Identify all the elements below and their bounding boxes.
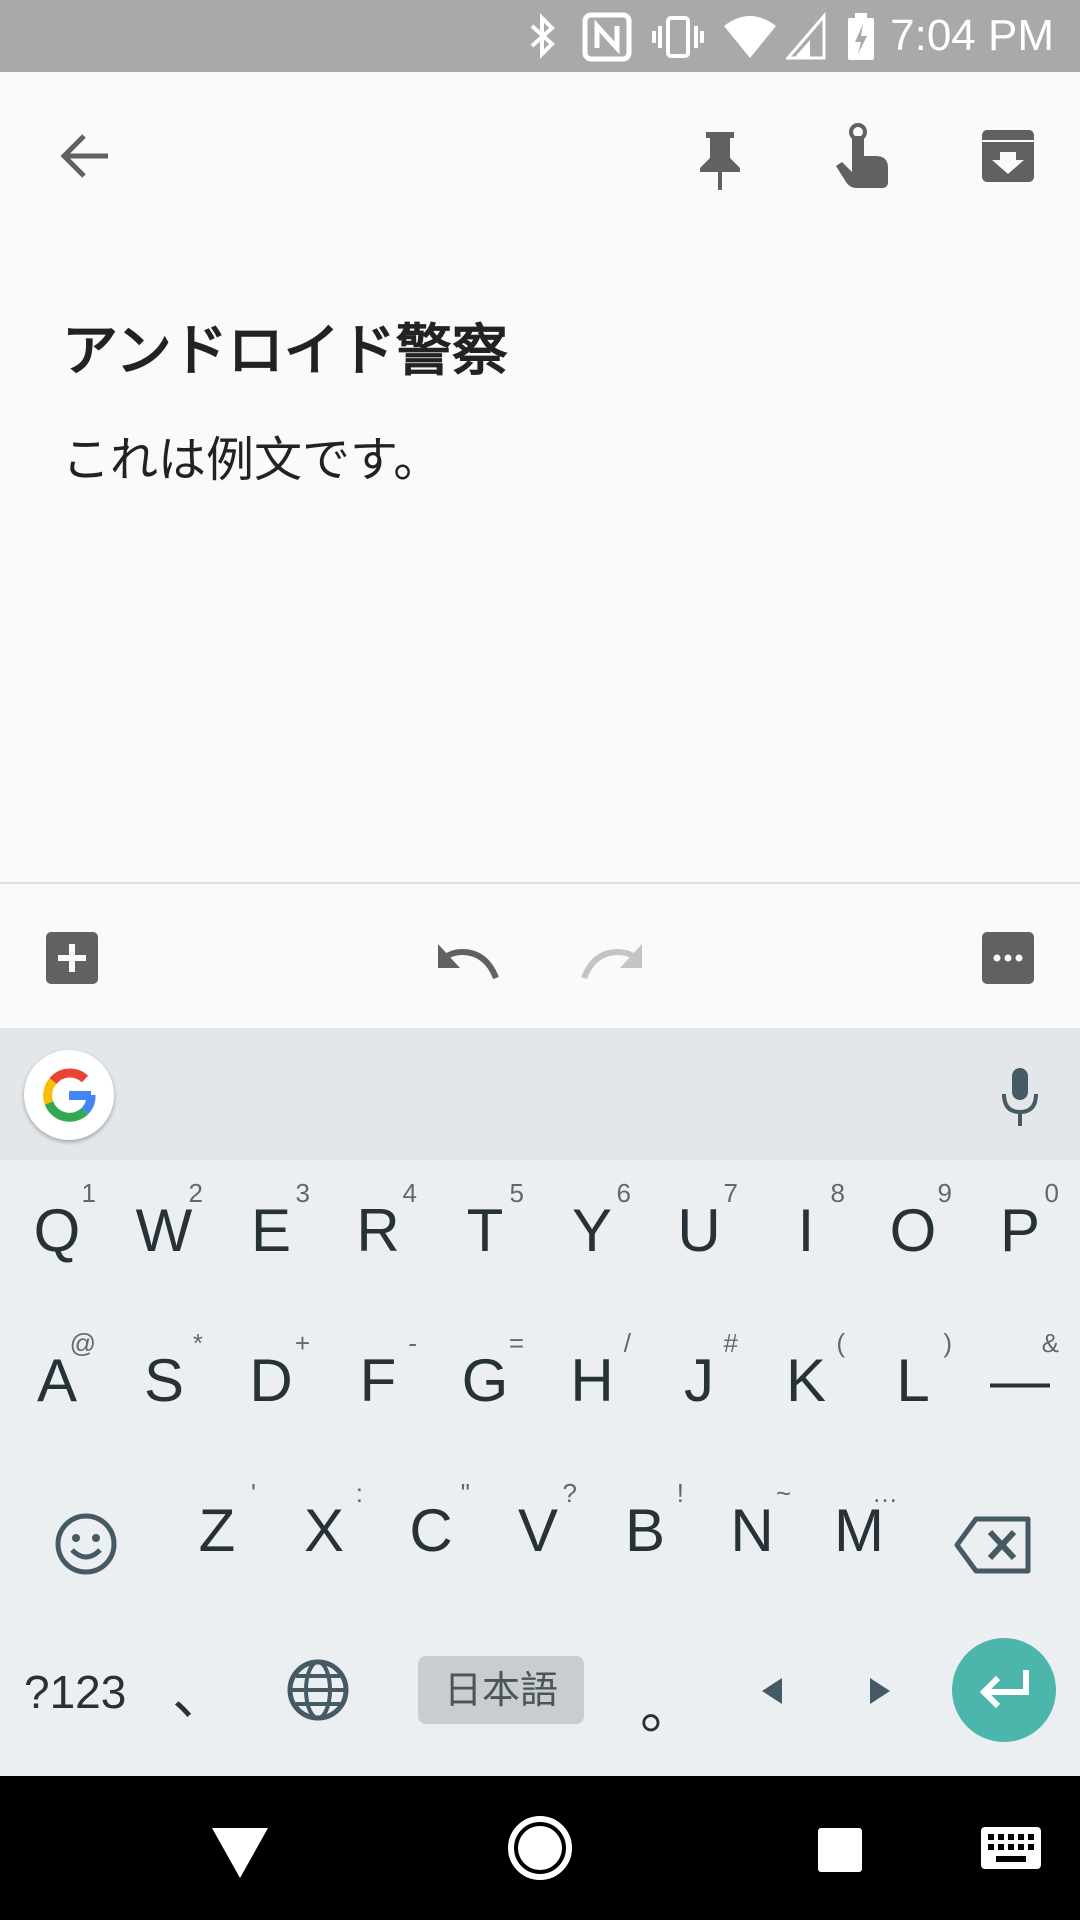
key-label: B [624, 1497, 666, 1564]
nfc-icon [582, 12, 632, 62]
home-circle-icon[interactable] [506, 1814, 574, 1882]
key-label: P [999, 1197, 1041, 1264]
key[interactable]: ~ N [699, 1460, 805, 1590]
key[interactable]: 5T [432, 1160, 538, 1290]
key-label: T [466, 1197, 504, 1264]
key-label: Q [33, 1197, 81, 1264]
key-label: E [250, 1197, 292, 1264]
more-icon[interactable] [980, 930, 1036, 986]
key[interactable]: ) L [860, 1310, 966, 1440]
redo-icon[interactable] [578, 938, 646, 982]
cursor-left-icon[interactable] [758, 1676, 786, 1706]
archive-icon[interactable] [980, 128, 1036, 184]
google-search-button[interactable] [24, 1050, 114, 1140]
key-label: X [303, 1497, 345, 1564]
add-box-icon[interactable] [44, 930, 100, 986]
undo-icon[interactable] [434, 938, 502, 982]
key-label: F [359, 1347, 397, 1414]
key[interactable]: … M [806, 1460, 912, 1590]
key-label: U [677, 1197, 721, 1264]
key[interactable]: & — [967, 1310, 1073, 1440]
note-body[interactable]: これは例文です。 [62, 424, 441, 496]
key[interactable]: 6Y [539, 1160, 645, 1290]
note-toolbar [0, 882, 1080, 1030]
key[interactable]: " C [378, 1460, 484, 1590]
signal-icon [786, 12, 826, 60]
key-label: C [409, 1497, 453, 1564]
key-label: J [684, 1347, 714, 1414]
key[interactable]: # J [646, 1310, 752, 1440]
key-label: S [143, 1347, 185, 1414]
key-label: I [797, 1197, 815, 1264]
key[interactable]: 4R [325, 1160, 431, 1290]
microphone-icon[interactable] [996, 1066, 1044, 1130]
comma-key[interactable]: 、 [172, 1660, 228, 1730]
vibrate-icon [652, 16, 704, 58]
keyboard-switch-icon[interactable] [980, 1826, 1042, 1870]
key[interactable]: (K [753, 1310, 859, 1440]
key-label: O [889, 1197, 937, 1264]
key-label: A [36, 1347, 78, 1414]
note-app-bar [0, 72, 1080, 240]
key[interactable]: 2W [111, 1160, 217, 1290]
key-label: R [356, 1197, 400, 1264]
symbols-key[interactable]: ?123 [24, 1664, 126, 1720]
globe-icon[interactable] [286, 1658, 350, 1722]
key[interactable]: ? V [485, 1460, 591, 1590]
key-label: — [990, 1347, 1050, 1414]
period-key[interactable]: 。 [640, 1674, 696, 1744]
key[interactable]: 0P [967, 1160, 1073, 1290]
recents-square-icon[interactable] [816, 1826, 864, 1874]
key-label: W [135, 1197, 193, 1264]
back-triangle-icon[interactable] [210, 1826, 270, 1880]
key-label: N [730, 1497, 774, 1564]
key-label: G [461, 1347, 509, 1414]
key-label: L [896, 1347, 930, 1414]
key[interactable]: 9O [860, 1160, 966, 1290]
bluetooth-icon [530, 13, 555, 59]
system-nav-bar [0, 1776, 1080, 1920]
key[interactable]: / H [539, 1310, 645, 1440]
wifi-icon [724, 16, 776, 58]
back-arrow-icon[interactable] [58, 130, 110, 182]
key[interactable]: 7U [646, 1160, 752, 1290]
key[interactable]: 3E [218, 1160, 324, 1290]
key-label: M [834, 1497, 884, 1564]
enter-arrow-icon [979, 1670, 1029, 1709]
status-time: 7:04 PM [890, 11, 1054, 60]
pin-icon[interactable] [694, 128, 746, 192]
key[interactable]: @ A [4, 1310, 110, 1440]
cursor-right-icon[interactable] [866, 1676, 894, 1706]
key[interactable]: ! B [592, 1460, 698, 1590]
battery-charging-icon [848, 13, 874, 60]
google-g-icon [43, 1068, 96, 1122]
note-title[interactable]: アンドロイド警察 [62, 312, 508, 392]
backspace-icon[interactable] [954, 1516, 1032, 1574]
suggestion-strip [0, 1028, 1080, 1160]
reminder-finger-icon[interactable] [832, 122, 892, 190]
key[interactable]: ' Z [164, 1460, 270, 1590]
key-label: H [570, 1347, 614, 1414]
key-label: V [517, 1497, 559, 1564]
key[interactable]: + D [218, 1310, 324, 1440]
key[interactable]: = G [432, 1310, 538, 1440]
key-label: K [785, 1347, 827, 1414]
key[interactable]: -F [325, 1310, 431, 1440]
key-label: D [249, 1347, 293, 1414]
key-label: Y [571, 1197, 613, 1264]
key[interactable]: 8I [753, 1160, 859, 1290]
emoji-icon[interactable] [54, 1512, 118, 1576]
key[interactable]: * S [111, 1310, 217, 1440]
key[interactable]: :X [271, 1460, 377, 1590]
enter-key[interactable] [952, 1638, 1056, 1742]
key-label: Z [198, 1497, 236, 1564]
key[interactable]: 1Q [4, 1160, 110, 1290]
language-key[interactable]: 日本語 [418, 1656, 584, 1724]
status-bar: 7:04 PM [0, 0, 1080, 72]
